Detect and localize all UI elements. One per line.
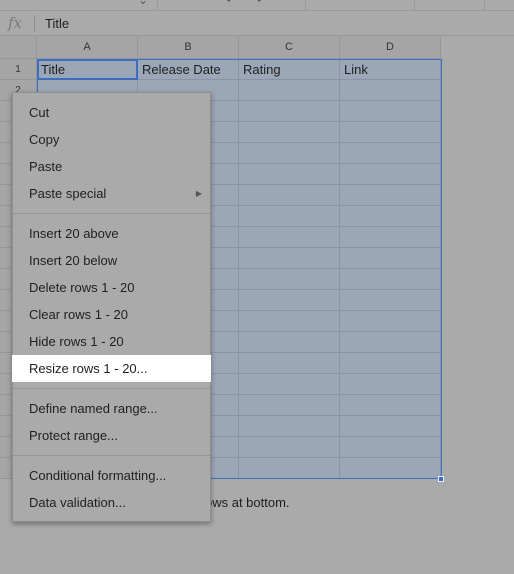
menu-item-label: Clear rows 1 - 20 xyxy=(29,307,128,322)
menu-item-resize-rows-1-20[interactable]: Resize rows 1 - 20... xyxy=(12,355,211,382)
column-header-b[interactable]: B xyxy=(138,36,239,59)
menu-item-label: Hide rows 1 - 20 xyxy=(29,334,124,349)
column-header-a[interactable]: A xyxy=(37,36,138,59)
table-cell[interactable] xyxy=(340,374,441,395)
menu-divider xyxy=(13,388,210,389)
table-cell[interactable] xyxy=(340,458,441,479)
formula-bar: fx Title xyxy=(0,11,514,36)
undo-icon[interactable]: ↶ xyxy=(226,0,236,7)
table-cell[interactable] xyxy=(239,332,340,353)
table-cell[interactable] xyxy=(340,290,441,311)
table-cell[interactable] xyxy=(239,122,340,143)
table-cell[interactable] xyxy=(239,437,340,458)
menu-item-copy[interactable]: Copy xyxy=(13,126,210,153)
toolbar: ⌄ ↶ ↷ xyxy=(0,0,514,11)
context-menu: Cut Copy Paste Paste special ▶ Insert 20 abov… xyxy=(12,92,211,522)
column-header-c[interactable]: C xyxy=(239,36,340,59)
table-cell[interactable] xyxy=(239,374,340,395)
menu-item-insert-20-above[interactable]: Insert 20 above xyxy=(13,220,210,247)
table-cell[interactable] xyxy=(239,311,340,332)
menu-item-clear-rows-1-20[interactable]: Clear rows 1 - 20 xyxy=(13,301,210,328)
table-cell[interactable] xyxy=(239,395,340,416)
function-icon: fx xyxy=(8,14,23,32)
menu-item-paste[interactable]: Paste xyxy=(13,153,210,180)
formula-bar-separator xyxy=(34,15,35,32)
menu-item-label: Insert 20 below xyxy=(29,253,118,268)
table-cell[interactable] xyxy=(239,143,340,164)
menu-divider xyxy=(13,213,210,214)
menu-item-label: Define named range... xyxy=(29,401,158,416)
table-cell[interactable] xyxy=(340,122,441,143)
table-cell[interactable] xyxy=(239,290,340,311)
select-all-corner[interactable] xyxy=(0,36,37,59)
table-cell[interactable] xyxy=(340,185,441,206)
table-cell[interactable] xyxy=(340,227,441,248)
table-cell[interactable] xyxy=(239,416,340,437)
table-cell[interactable] xyxy=(239,248,340,269)
table-cell[interactable] xyxy=(340,332,441,353)
menu-divider xyxy=(13,455,210,456)
table-cell[interactable] xyxy=(239,164,340,185)
table-cell[interactable] xyxy=(340,248,441,269)
redo-icon[interactable]: ↷ xyxy=(252,0,262,7)
table-cell[interactable]: Link xyxy=(340,59,441,80)
menu-item-label: Paste special xyxy=(29,186,107,201)
menu-item-label: Delete rows 1 - 20 xyxy=(29,280,135,295)
menu-item-insert-20-below[interactable]: Insert 20 below xyxy=(13,247,210,274)
table-cell[interactable]: Rating xyxy=(239,59,340,80)
column-header-d[interactable]: D xyxy=(340,36,441,59)
menu-item-label: Insert 20 above xyxy=(29,226,119,241)
chevron-down-icon[interactable]: ⌄ xyxy=(138,0,148,7)
menu-item-label: Conditional formatting... xyxy=(29,468,167,483)
table-cell[interactable] xyxy=(340,206,441,227)
formula-input[interactable]: Title xyxy=(45,16,69,31)
menu-item-label: Data validation... xyxy=(29,495,126,510)
table-cell[interactable] xyxy=(340,311,441,332)
toolbar-separator xyxy=(305,0,306,11)
menu-item-label: Cut xyxy=(29,105,50,120)
triangle-right-icon: ▶ xyxy=(195,189,202,198)
active-cell[interactable]: Title xyxy=(37,59,138,80)
table-cell[interactable] xyxy=(239,227,340,248)
table-cell[interactable] xyxy=(340,353,441,374)
menu-item-define-named-range[interactable]: Define named range... xyxy=(13,395,210,422)
menu-item-label: Resize rows 1 - 20... xyxy=(29,361,148,376)
menu-item-label: Copy xyxy=(29,132,60,147)
menu-item-hide-rows-1-20[interactable]: Hide rows 1 - 20 xyxy=(13,328,210,355)
row-header[interactable]: 1 xyxy=(0,59,37,80)
add-rows-text: ows at bottom. xyxy=(205,495,290,510)
table-cell[interactable] xyxy=(340,164,441,185)
menu-item-label: Paste xyxy=(29,159,63,174)
menu-item-cut[interactable]: Cut xyxy=(13,99,210,126)
table-cell[interactable] xyxy=(340,80,441,101)
table-cell[interactable] xyxy=(239,185,340,206)
table-cell[interactable] xyxy=(340,101,441,122)
menu-item-label: Protect range... xyxy=(29,428,118,443)
table-cell[interactable] xyxy=(340,269,441,290)
table-cell[interactable] xyxy=(239,80,340,101)
table-cell[interactable] xyxy=(239,206,340,227)
table-cell[interactable] xyxy=(340,416,441,437)
toolbar-separator xyxy=(484,0,485,11)
table-cell[interactable] xyxy=(239,101,340,122)
table-cell[interactable] xyxy=(340,437,441,458)
fill-handle[interactable] xyxy=(438,476,444,482)
menu-item-delete-rows-1-20[interactable]: Delete rows 1 - 20 xyxy=(13,274,210,301)
menu-item-protect-range[interactable]: Protect range... xyxy=(13,422,210,449)
table-cell[interactable] xyxy=(239,269,340,290)
toolbar-separator xyxy=(414,0,415,11)
menu-item-conditional-formatting[interactable]: Conditional formatting... xyxy=(13,462,210,489)
menu-item-data-validation[interactable]: Data validation... xyxy=(13,489,210,516)
table-cell[interactable] xyxy=(340,143,441,164)
toolbar-separator xyxy=(157,0,158,11)
table-cell[interactable] xyxy=(239,353,340,374)
menu-item-paste-special[interactable]: Paste special ▶ xyxy=(13,180,210,207)
table-cell[interactable] xyxy=(340,395,441,416)
table-cell[interactable] xyxy=(239,458,340,479)
table-cell[interactable]: Release Date xyxy=(138,59,239,80)
